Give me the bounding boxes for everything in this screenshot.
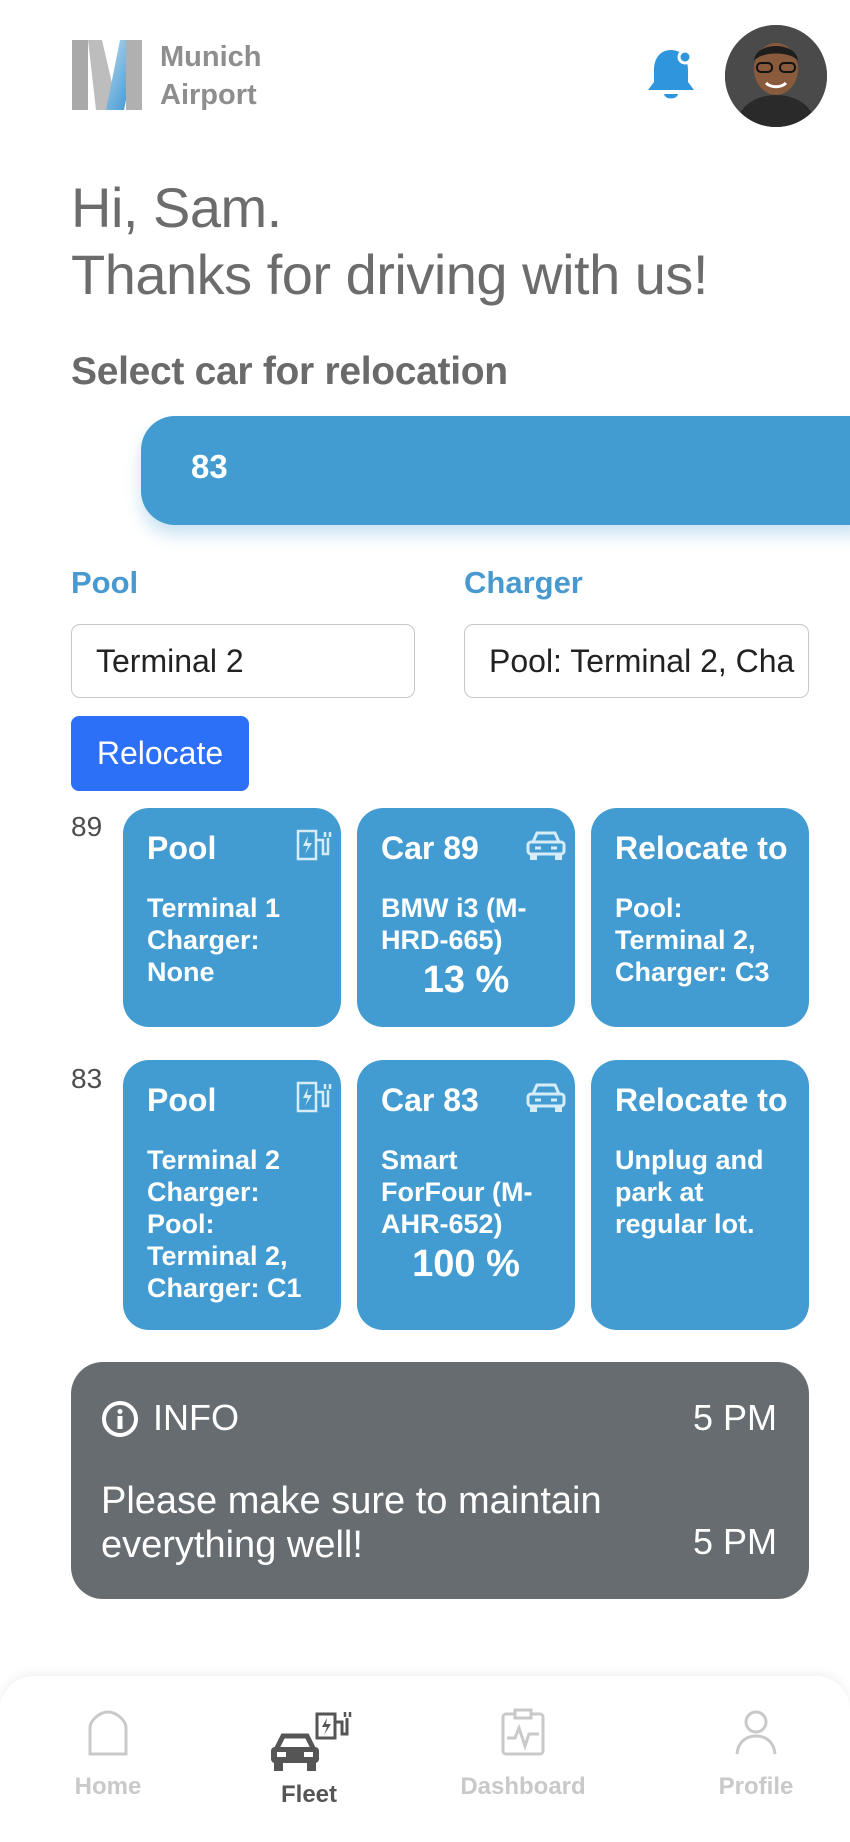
- relocate-card-title: Relocate to: [615, 1082, 788, 1118]
- section-title: Select car for relocation: [71, 350, 508, 393]
- battery-percent: 13 %: [422, 959, 510, 1001]
- car-card[interactable]: Car 83 Smart ForFour (M-AHR-652) 100 %: [357, 1060, 575, 1330]
- car-icon: [526, 1083, 566, 1112]
- selected-car-value: 83: [191, 448, 228, 485]
- nav-item-fleet[interactable]: Fleet: [254, 1710, 364, 1809]
- nav-label-profile: Profile: [718, 1773, 794, 1800]
- relocate-button[interactable]: Relocate: [71, 716, 249, 791]
- charger-input[interactable]: Pool: Terminal 2, Cha: [464, 624, 809, 698]
- car-card-body: Smart ForFour (M-AHR-652): [381, 1145, 533, 1239]
- charger-label: Charger: [464, 565, 583, 600]
- info-time: 5 PM: [692, 1521, 777, 1562]
- profile-icon: [735, 1710, 777, 1755]
- pool-label: Pool: [71, 565, 139, 600]
- row-number: 89: [71, 811, 103, 842]
- avatar[interactable]: [725, 25, 827, 127]
- user-avatar-icon: [725, 25, 827, 127]
- nav-item-dashboard[interactable]: Dashboard: [448, 1708, 598, 1801]
- pool-card[interactable]: Pool Terminal 1 Charger: None: [123, 808, 341, 1027]
- relocate-card[interactable]: Relocate to Unplug and park at regular l…: [591, 1060, 809, 1330]
- battery-percent: 100 %: [412, 1243, 520, 1285]
- car-icon: [526, 831, 566, 860]
- car-selector[interactable]: 83: [141, 416, 850, 525]
- nav-label-dashboard: Dashboard: [460, 1773, 586, 1800]
- logo-text: Munich Airport: [160, 38, 262, 114]
- car-card-body: BMW i3 (M-HRD-665): [381, 893, 527, 955]
- nav-label-home: Home: [74, 1773, 142, 1800]
- fleet-car-charger-icon: [271, 1712, 352, 1771]
- car-card[interactable]: Car 89 BMW i3 (M-HRD-665) 13 %: [357, 808, 575, 1027]
- logo-line1: Munich: [160, 41, 262, 73]
- nav-item-profile[interactable]: Profile: [706, 1708, 806, 1801]
- info-icon: [102, 1401, 138, 1437]
- greeting-line1: Hi, Sam.: [71, 176, 282, 239]
- pool-card[interactable]: Pool Terminal 2 Charger: Pool: Terminal …: [123, 1060, 341, 1330]
- info-title: INFO: [153, 1397, 239, 1438]
- logo-line2: Airport: [160, 79, 257, 111]
- relocate-card-body: Unplug and park at regular lot.: [615, 1145, 764, 1239]
- greeting: Hi, Sam. Thanks for driving with us!: [71, 174, 708, 308]
- info-panel: INFO 5 PM Please make sure to maintain e…: [71, 1362, 809, 1599]
- ev-charger-icon: [296, 1081, 332, 1113]
- info-message: Please make sure to maintain everything …: [101, 1480, 602, 1566]
- bottom-nav: Home Fleet Dashboard Profile: [0, 1676, 850, 1842]
- pool-card-body: Terminal 1 Charger: None: [147, 893, 281, 987]
- nav-label-fleet: Fleet: [280, 1781, 337, 1808]
- pool-card-body: Terminal 2 Charger: Pool: Terminal 2, Ch…: [147, 1145, 302, 1303]
- bell-icon[interactable]: [644, 46, 698, 104]
- relocate-card-title: Relocate to: [615, 830, 788, 866]
- relocate-card[interactable]: Relocate to Pool: Terminal 2, Charger: C…: [591, 808, 809, 1027]
- row-number: 83: [71, 1063, 103, 1094]
- relocate-card-body: Pool: Terminal 2, Charger: C3: [615, 893, 770, 987]
- home-icon: [88, 1710, 128, 1756]
- dashboard-icon: [501, 1708, 545, 1756]
- nav-item-home[interactable]: Home: [58, 1708, 158, 1801]
- greeting-line2: Thanks for driving with us!: [71, 243, 708, 306]
- info-time: 5 PM: [692, 1397, 777, 1438]
- munich-airport-logo-icon: [72, 40, 142, 110]
- pool-input[interactable]: Terminal 2: [71, 624, 415, 698]
- ev-charger-icon: [296, 829, 332, 861]
